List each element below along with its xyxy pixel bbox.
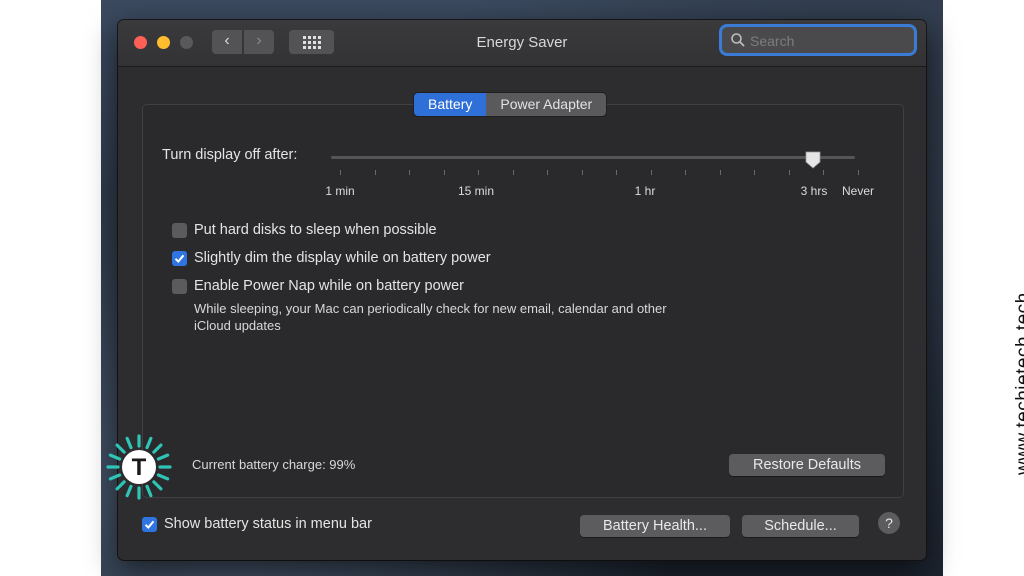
checkmark-icon [174, 254, 185, 263]
tick-label-1-hr: 1 hr [634, 184, 656, 198]
hard-disk-sleep-label: Put hard disks to sleep when possible [194, 222, 437, 238]
slider-tick [340, 170, 341, 175]
slider-tick [858, 170, 859, 175]
logo-ray [156, 453, 170, 461]
display-off-slider[interactable] [331, 156, 855, 159]
search-field[interactable] [722, 27, 914, 53]
battery-health-button[interactable]: Battery Health... [580, 515, 730, 537]
dim-display-label: Slightly dim the display while on batter… [194, 250, 491, 266]
checkmark-icon [144, 520, 155, 529]
slider-tick [443, 170, 445, 175]
logo-ray [152, 480, 163, 491]
search-icon [731, 33, 745, 47]
tick-label-never: Never [841, 184, 875, 198]
power-nap-description-line: While sleeping, your Mac can periodicall… [194, 301, 667, 316]
logo-ray [125, 484, 133, 498]
logo-ray [145, 484, 153, 498]
logo-ray [115, 480, 126, 491]
display-off-label: Turn display off after: [162, 147, 298, 163]
logo-ray [145, 436, 153, 450]
slider-tick [478, 170, 480, 175]
logo-ray [156, 473, 170, 481]
logo-ray [125, 436, 133, 450]
schedule-button[interactable]: Schedule... [742, 515, 859, 537]
power-nap-checkbox[interactable] [172, 279, 187, 294]
tab-power-adapter[interactable]: Power Adapter [486, 93, 607, 116]
tick-label-1-min: 1 min [325, 184, 355, 198]
slider-tick [823, 170, 825, 175]
logo-ray [108, 473, 122, 481]
watermark-text: www.techietech.tech [1013, 292, 1024, 475]
help-button[interactable]: ? [878, 512, 900, 534]
slider-tick [616, 170, 618, 175]
slider-thumb[interactable] [805, 151, 821, 169]
svg-text:T: T [132, 454, 147, 481]
power-nap-description: While sleeping, your Mac can periodicall… [194, 300, 667, 334]
restore-defaults-button[interactable]: Restore Defaults [729, 454, 885, 476]
slider-tick [719, 170, 721, 175]
slider-tick [788, 170, 790, 175]
techietech-logo: T [106, 434, 172, 500]
slider-tick [754, 170, 756, 175]
title-bar: ‹ › Energy Saver [118, 20, 926, 67]
slider-tick [685, 170, 687, 175]
slider-tick [650, 170, 652, 175]
logo-ray [152, 443, 163, 454]
tick-label-3-hrs: 3 hrs [800, 184, 828, 198]
slider-tick [547, 170, 549, 175]
hard-disk-sleep-checkbox[interactable] [172, 223, 187, 238]
power-nap-description-line: iCloud updates [194, 318, 281, 333]
slider-tick [409, 170, 411, 175]
dim-display-checkbox[interactable] [172, 251, 187, 266]
slider-tick [581, 170, 583, 175]
logo-ray [115, 443, 126, 454]
power-nap-label: Enable Power Nap while on battery power [194, 278, 465, 294]
energy-saver-window: ‹ › Energy Saver Battery Power Adapter T… [118, 20, 926, 560]
tab-battery[interactable]: Battery [414, 93, 487, 116]
tick-label-15-min: 15 min [457, 184, 495, 198]
logo-ray [108, 453, 122, 461]
search-input[interactable] [748, 30, 912, 52]
slider-tick [512, 170, 514, 175]
tab-bar: Battery Power Adapter [414, 93, 607, 116]
slider-tick [374, 170, 376, 175]
menu-bar-status-checkbox[interactable] [142, 517, 157, 532]
battery-charge-text: Current battery charge: 99% [192, 457, 356, 472]
menu-bar-status-label: Show battery status in menu bar [164, 516, 372, 532]
